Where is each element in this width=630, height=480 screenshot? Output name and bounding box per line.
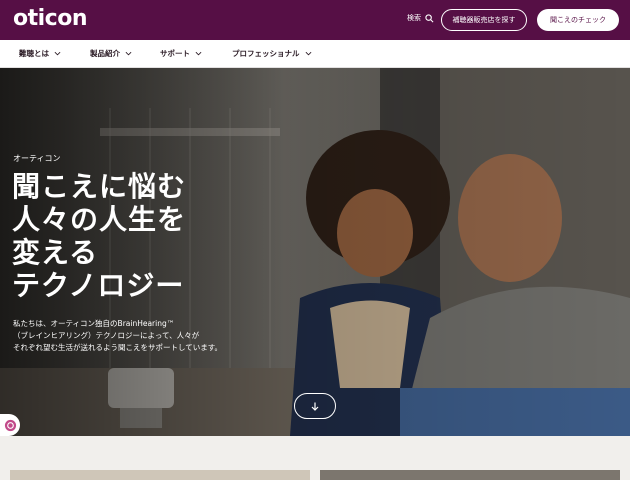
headline-line: 聞こえに悩む [12, 170, 187, 203]
headline-line: テクノロジー [12, 269, 185, 302]
nav-item-label: 製品紹介 [90, 49, 120, 58]
search-button[interactable]: 検索 [407, 13, 434, 23]
hero-banner: オーティコン 聞こえに悩む 人々の人生を 変える テクノロジー 私たちは、オーテ… [0, 68, 630, 436]
nav-item-products[interactable]: 製品紹介 [90, 40, 132, 67]
headline-line: 人々の人生を [12, 203, 187, 236]
arrow-down-icon [311, 402, 319, 411]
find-store-button[interactable]: 補聴器販売店を探す [441, 9, 527, 31]
content-card[interactable] [10, 470, 310, 480]
hero-headline: 聞こえに悩む 人々の人生を 変える テクノロジー [12, 170, 186, 302]
nav-item-label: 難聴とは [19, 49, 49, 58]
nav-item-professional[interactable]: プロフェッショナル [232, 40, 312, 67]
hero-eyebrow: オーティコン [13, 154, 61, 163]
chevron-down-icon [54, 51, 61, 56]
nav-item-hearing-loss[interactable]: 難聴とは [19, 40, 61, 67]
search-icon [425, 13, 434, 22]
hearing-check-button[interactable]: 聞こえのチェック [537, 9, 619, 31]
nav-item-label: サポート [160, 49, 190, 58]
chevron-down-icon [125, 51, 132, 56]
search-label: 検索 [407, 14, 421, 22]
content-card[interactable] [320, 470, 620, 480]
scroll-down-button[interactable] [294, 393, 336, 419]
description-line: 私たちは、オーティコン独自のBrainHearing™ [13, 319, 175, 328]
content-section [0, 436, 630, 480]
chevron-down-icon [195, 51, 202, 56]
main-nav: 難聴とは 製品紹介 サポート プロフェッショナル [0, 40, 630, 68]
headline-line: 変える [12, 236, 99, 269]
nav-item-support[interactable]: サポート [160, 40, 202, 67]
chevron-down-icon [305, 51, 311, 56]
description-line: それぞれ望む生活が送れるよう聞こえをサポートしています。 [13, 343, 223, 352]
chat-icon [4, 419, 16, 431]
top-bar: oticon 検索 補聴器販売店を探す 聞こえのチェック [0, 0, 630, 40]
nav-item-label: プロフェッショナル [232, 49, 300, 58]
description-line: （ブレインヒアリング）テクノロジーによって、人々が [13, 331, 200, 340]
hero-description: 私たちは、オーティコン独自のBrainHearing™ （ブレインヒアリング）テ… [13, 318, 222, 354]
oticon-logo[interactable]: oticon [13, 6, 88, 31]
